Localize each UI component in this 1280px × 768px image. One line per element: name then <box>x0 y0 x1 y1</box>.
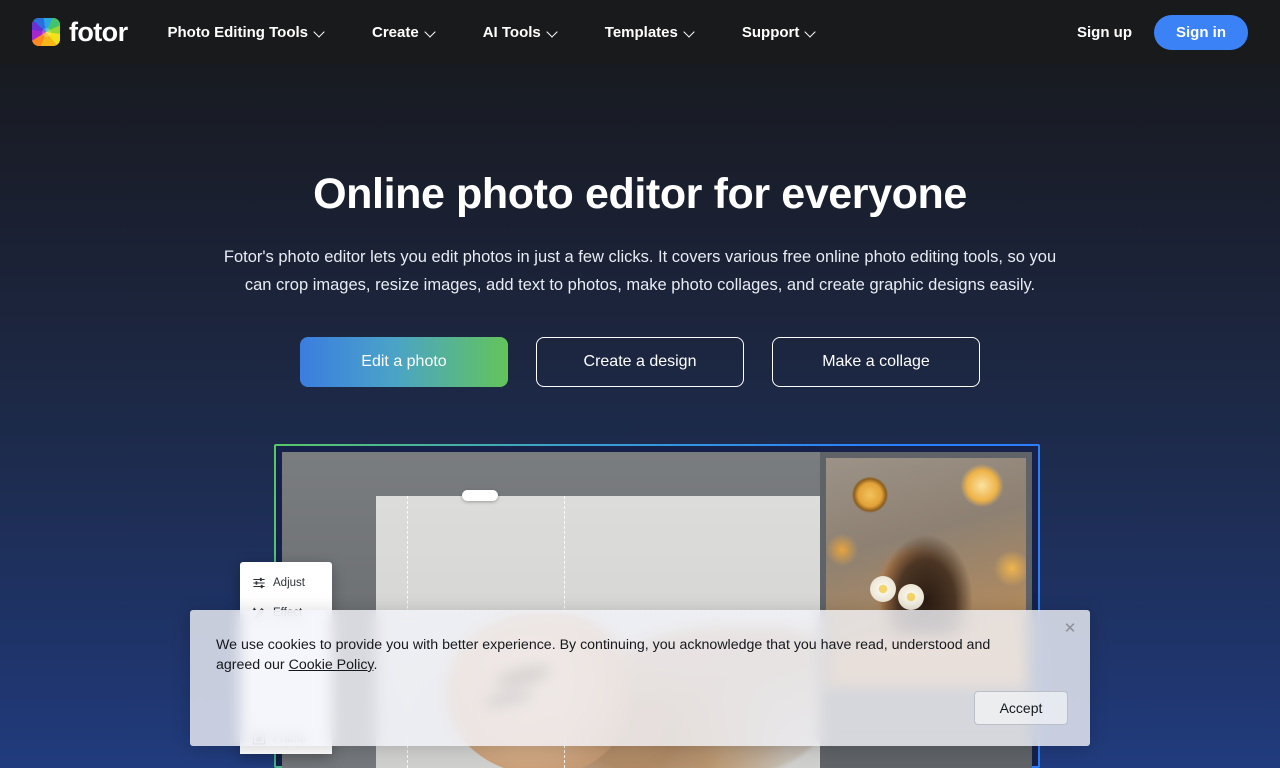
thumbnail-daisy-icon <box>870 576 896 602</box>
navbar-links: Photo Editing Tools Create AI Tools Temp… <box>167 16 863 49</box>
navbar-right-section: Sign up Sign in <box>1069 14 1248 50</box>
make-a-collage-button[interactable]: Make a collage <box>772 337 980 388</box>
tool-label: Adjust <box>273 577 305 589</box>
nav-item-support[interactable]: Support <box>742 16 818 49</box>
chevron-down-icon <box>806 27 817 38</box>
nav-item-ai-tools[interactable]: AI Tools <box>483 16 559 49</box>
nav-item-photo-editing-tools[interactable]: Photo Editing Tools <box>167 16 326 49</box>
hero-cta-row: Edit a photo Create a design Make a coll… <box>0 337 1280 388</box>
sign-in-button[interactable]: Sign in <box>1154 14 1248 50</box>
nav-label: AI Tools <box>482 23 541 41</box>
chevron-down-icon <box>685 27 696 38</box>
page-title: Online photo editor for everyone <box>313 170 967 218</box>
nav-label: Photo Editing Tools <box>167 23 309 41</box>
nav-label: Create <box>372 23 419 41</box>
crop-top-handle[interactable] <box>462 490 498 501</box>
nav-label: Support <box>741 23 800 41</box>
fotor-logo-icon <box>32 18 60 46</box>
top-navigation-bar: fotor Photo Editing Tools Create AI Tool… <box>0 0 1280 64</box>
nav-item-create[interactable]: Create <box>372 16 437 49</box>
cookie-banner-text: We use cookies to provide you with bette… <box>216 635 1026 675</box>
edit-a-photo-button[interactable]: Edit a photo <box>300 337 508 388</box>
hero-section: Online photo editor for everyone Fotor's… <box>0 64 1280 388</box>
navbar-left-section: fotor Photo Editing Tools Create AI Tool… <box>0 16 863 49</box>
thumbnail-daisy-icon <box>898 584 924 610</box>
cookie-consent-banner: We use cookies to provide you with bette… <box>190 610 1090 746</box>
chevron-down-icon <box>426 27 437 38</box>
close-icon[interactable]: ✕ <box>1059 617 1081 639</box>
chevron-down-icon <box>548 27 559 38</box>
tool-item-adjust[interactable]: Adjust <box>240 568 332 598</box>
brand-name: fotor <box>69 16 128 47</box>
cookie-policy-link[interactable]: Cookie Policy <box>289 657 374 673</box>
create-a-design-button[interactable]: Create a design <box>536 337 744 388</box>
fotor-logo[interactable]: fotor <box>32 16 128 47</box>
sign-up-link[interactable]: Sign up <box>1069 18 1140 47</box>
hero-subtitle: Fotor's photo editor lets you edit photo… <box>223 248 1057 295</box>
cookie-text-after-link: . <box>373 657 378 673</box>
nav-label: Templates <box>604 23 678 41</box>
chevron-down-icon <box>315 27 326 38</box>
nav-item-templates[interactable]: Templates <box>605 16 696 49</box>
sliders-icon <box>253 577 265 589</box>
cookie-accept-button[interactable]: Accept <box>974 691 1068 725</box>
